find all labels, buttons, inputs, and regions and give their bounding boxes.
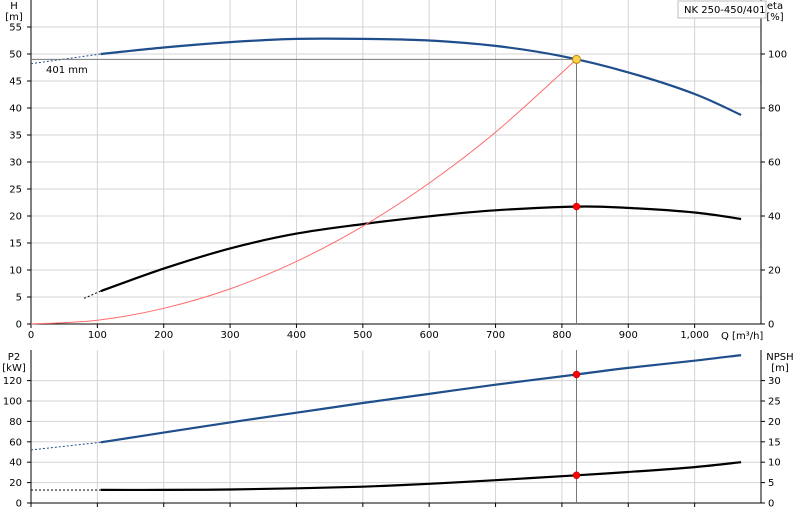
pump-curve-chart: 05101520253035404550550204060801000 100 20… bbox=[2, 0, 794, 510]
bottom-y-tick-label: 40 bbox=[9, 458, 22, 469]
power-curve bbox=[100, 354, 742, 444]
top-y-tick-label: 35 bbox=[9, 131, 22, 142]
x-tick-label: 1,000 bbox=[680, 330, 709, 341]
efficiency-curve bbox=[100, 205, 742, 293]
bottom-y2-tick-label: 10 bbox=[768, 458, 781, 469]
bottom-y2-tick-label: 5 bbox=[768, 478, 774, 489]
top-y2-axis-unit: [%] bbox=[766, 12, 783, 23]
bottom-extrapolated-line bbox=[30, 441, 101, 451]
npsh-curve bbox=[100, 461, 742, 492]
top-y-tick-label: 0 bbox=[16, 320, 22, 331]
top-y-axis-unit: [m] bbox=[5, 12, 23, 23]
duty-point-efficiency bbox=[572, 202, 581, 211]
x-tick-label: 300 bbox=[221, 330, 240, 341]
x-tick-label: 700 bbox=[486, 330, 505, 341]
top-y2-tick-label: 100 bbox=[768, 50, 787, 61]
bottom-y2-axis-unit: [m] bbox=[771, 363, 789, 374]
top-y-tick-label: 30 bbox=[9, 158, 22, 169]
bottom-y2-tick-label: 25 bbox=[768, 397, 781, 408]
bottom-y2-axis-label: NPSH bbox=[766, 352, 793, 363]
x-tick-label: 900 bbox=[619, 330, 638, 341]
x-axis-label: Q [m³/h] bbox=[721, 331, 763, 342]
top-grid bbox=[31, 0, 761, 324]
duty-point-npsh bbox=[572, 471, 581, 480]
top-y2-tick-label: 40 bbox=[768, 212, 781, 223]
bottom-y2-tick-label: 0 bbox=[768, 499, 774, 510]
top-y-tick-label: 40 bbox=[9, 104, 22, 115]
top-y2-tick-label: 60 bbox=[768, 158, 781, 169]
top-y-tick-label: 45 bbox=[9, 77, 22, 88]
top-y2-tick-label: 20 bbox=[768, 266, 781, 277]
top-tick-labels: 0 5 10 15 20 25 30 35 40 45 50 55 0 20 40 60 80 100 0 100 20… bbox=[9, 23, 787, 342]
head-efficiency-panel: 0 5 10 15 20 25 30 35 40 45 50 55 0 20 40 60 80 100 0 100 20… bbox=[5, 0, 787, 342]
power-npsh-panel: 0 20 40 60 80 100 120 0 5 10 15 20 25 30 P2 [kW] NPSH… bbox=[2, 350, 794, 510]
bottom-y-tick-label: 80 bbox=[9, 417, 22, 428]
bottom-axes bbox=[30, 350, 762, 504]
top-y-tick-label: 5 bbox=[16, 293, 22, 304]
bottom-y-axis-unit: [kW] bbox=[2, 363, 26, 374]
top-y-tick-label: 20 bbox=[9, 212, 22, 223]
bottom-y2-tick-label: 30 bbox=[768, 376, 781, 387]
top-y2-tick-label: 0 bbox=[768, 320, 774, 331]
duty-point-power bbox=[572, 370, 581, 379]
duty-point-head bbox=[572, 54, 582, 64]
x-tick-label: 100 bbox=[88, 330, 107, 341]
top-y-tick-label: 25 bbox=[9, 185, 22, 196]
x-tick-label: 400 bbox=[287, 330, 306, 341]
system-curve-curve bbox=[30, 59, 577, 325]
model-title: NK 250-450/401 bbox=[684, 5, 765, 16]
bottom-series bbox=[30, 350, 742, 503]
x-tick-label: 600 bbox=[420, 330, 439, 341]
x-tick-label: 800 bbox=[552, 330, 571, 341]
x-tick-label: 0 bbox=[28, 330, 34, 341]
bottom-y2-tick-label: 20 bbox=[768, 417, 781, 428]
bottom-y-axis-label: P2 bbox=[8, 352, 20, 363]
impeller-diameter-annotation: 401 mm bbox=[46, 65, 88, 76]
top-y2-axis-label: eta bbox=[767, 1, 783, 12]
bottom-y-tick-label: 100 bbox=[3, 397, 22, 408]
top-y2-tick-label: 80 bbox=[768, 104, 781, 115]
bottom-y2-tick-label: 15 bbox=[768, 437, 781, 448]
top-y-tick-label: 15 bbox=[9, 239, 22, 250]
top-y-axis-label: H bbox=[10, 1, 18, 12]
top-y-tick-label: 10 bbox=[9, 266, 22, 277]
top-extrapolated-line bbox=[30, 53, 101, 65]
bottom-grid bbox=[31, 350, 761, 503]
bottom-y-tick-label: 0 bbox=[16, 499, 22, 510]
top-y-tick-label: 55 bbox=[9, 23, 22, 34]
bottom-y-tick-label: 120 bbox=[3, 376, 22, 387]
bottom-y-tick-label: 60 bbox=[9, 437, 22, 448]
top-y-tick-label: 50 bbox=[9, 50, 22, 61]
x-tick-label: 500 bbox=[353, 330, 372, 341]
x-tick-label: 200 bbox=[154, 330, 173, 341]
head-curve bbox=[100, 37, 742, 117]
bottom-y-tick-label: 20 bbox=[9, 478, 22, 489]
